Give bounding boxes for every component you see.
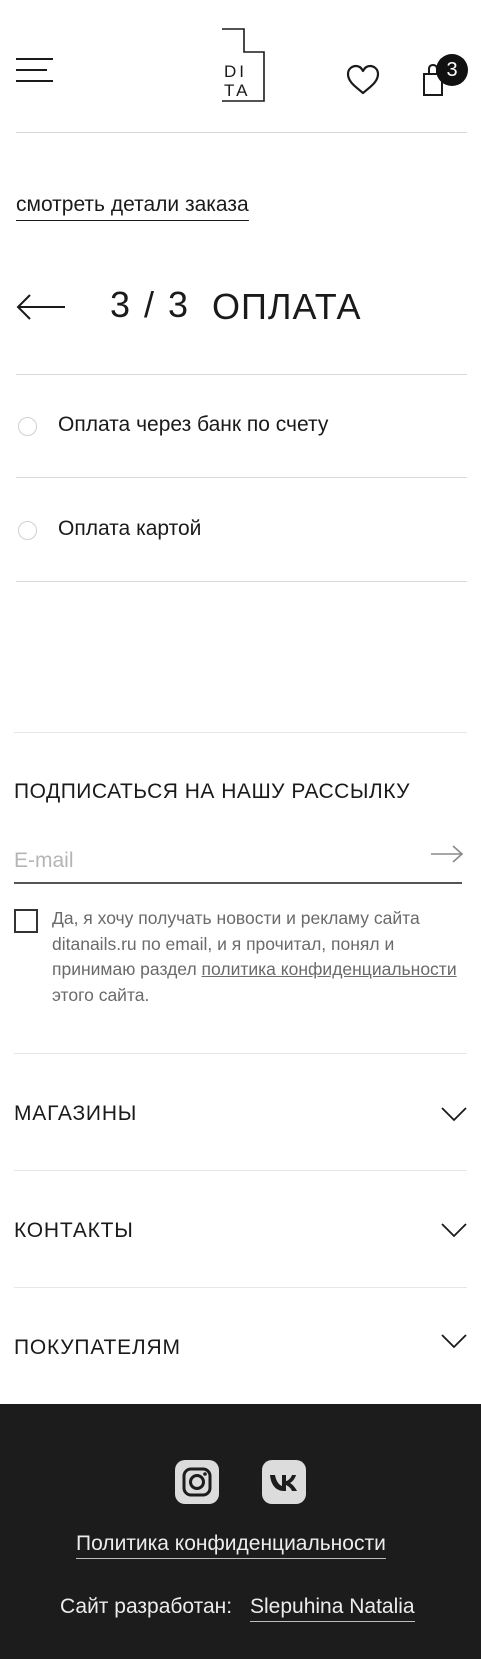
divider bbox=[14, 1170, 467, 1171]
heart-icon[interactable] bbox=[346, 64, 380, 96]
consent-text: Да, я хочу получать новости и рекламу са… bbox=[52, 906, 467, 1008]
divider bbox=[16, 374, 467, 375]
divider bbox=[14, 1287, 467, 1288]
footer: Политика конфиденциальности Сайт разрабо… bbox=[0, 1404, 481, 1659]
accordion-stores[interactable]: МАГАЗИНЫ bbox=[14, 1102, 137, 1126]
vk-icon[interactable] bbox=[262, 1460, 306, 1504]
accordion-contacts[interactable]: КОНТАКТЫ bbox=[14, 1219, 134, 1243]
developed-by-label: Сайт разработан: bbox=[60, 1595, 233, 1618]
menu-icon[interactable] bbox=[16, 56, 53, 84]
divider bbox=[14, 1053, 467, 1054]
payment-radio-bank[interactable] bbox=[18, 417, 37, 436]
consent-checkbox[interactable] bbox=[14, 909, 38, 933]
page-title: ОПЛАТА bbox=[212, 286, 362, 327]
payment-option-label[interactable]: Оплата через банк по счету bbox=[58, 413, 328, 437]
chevron-down-icon[interactable] bbox=[441, 1106, 467, 1122]
chevron-down-icon[interactable] bbox=[441, 1222, 467, 1238]
payment-radio-card[interactable] bbox=[18, 521, 37, 540]
payment-option-label[interactable]: Оплата картой bbox=[58, 517, 201, 541]
divider bbox=[16, 581, 467, 582]
logo[interactable]: DI TA bbox=[221, 28, 265, 102]
accordion-customers[interactable]: ПОКУПАТЕЛЯМ bbox=[14, 1336, 181, 1360]
header-divider bbox=[16, 132, 467, 133]
order-details-link[interactable]: смотреть детали заказа bbox=[16, 193, 249, 221]
divider bbox=[14, 732, 467, 733]
checkout-step: 3 / 3 bbox=[110, 284, 191, 325]
consent-text-part: этого сайта. bbox=[52, 984, 150, 1005]
divider bbox=[16, 477, 467, 478]
logo-text-line1: DI bbox=[224, 62, 247, 81]
email-input[interactable] bbox=[14, 840, 462, 884]
logo-text-line2: TA bbox=[224, 81, 251, 100]
back-arrow-icon[interactable] bbox=[16, 290, 66, 324]
privacy-policy-link[interactable]: Политика конфиденциальности bbox=[76, 1532, 386, 1559]
chevron-down-icon[interactable] bbox=[441, 1333, 467, 1349]
privacy-policy-link[interactable]: политика конфиденциальности bbox=[202, 959, 457, 979]
cart-count-badge: 3 bbox=[436, 54, 468, 86]
instagram-icon[interactable] bbox=[175, 1460, 219, 1504]
newsletter-title: ПОДПИСАТЬСЯ НА НАШУ РАССЫЛКУ bbox=[14, 780, 411, 803]
developer-link[interactable]: Slepuhina Natalia bbox=[250, 1595, 415, 1622]
arrow-right-icon[interactable] bbox=[430, 843, 464, 865]
